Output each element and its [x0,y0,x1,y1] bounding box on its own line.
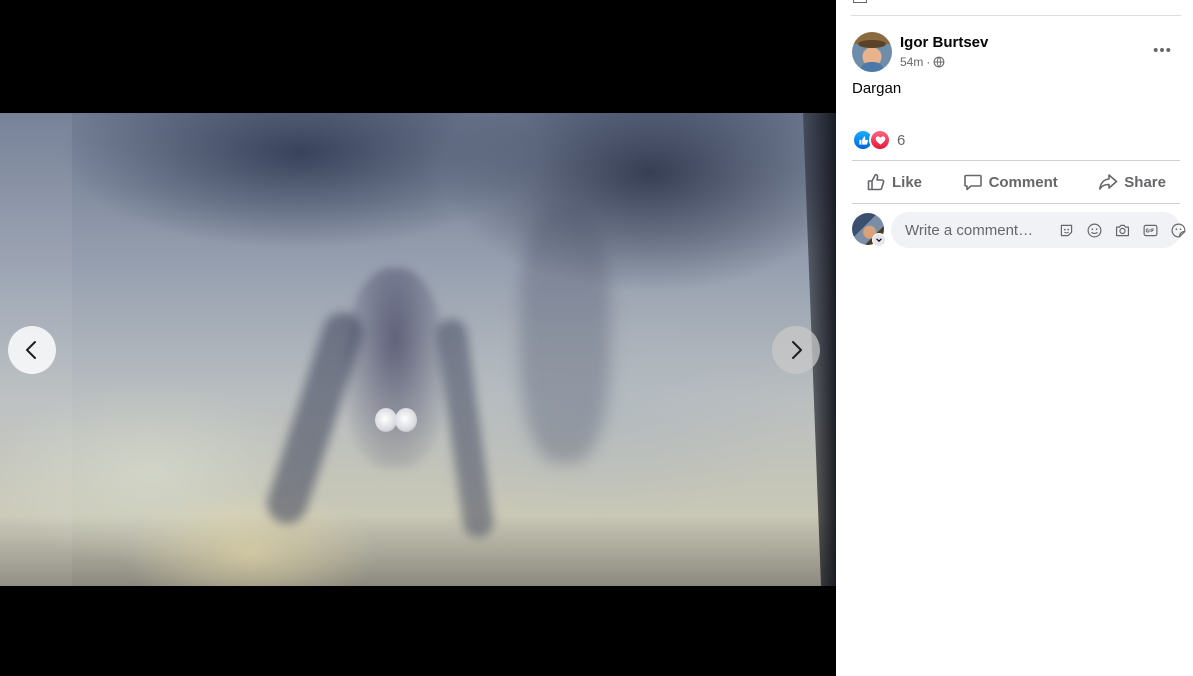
like-button[interactable]: Like [852,166,936,198]
clipped-icon [853,0,867,3]
camera-button[interactable] [1112,220,1132,240]
share-button[interactable]: Share [1084,166,1180,198]
creature-left-eye [375,408,397,432]
photo-creature-figure [261,248,496,548]
sticker-button[interactable] [1168,220,1188,240]
share-arrow-icon [1099,174,1118,190]
sticker-icon [1171,223,1185,237]
meta-separator: · [926,55,931,69]
chevron-right-icon [792,341,802,359]
post-options-button[interactable] [1147,36,1177,64]
avatar-shirt [860,62,884,72]
post-side-panel: Igor Burtsev 54m · Dargan 6 Like Comment… [836,0,1193,676]
comment-label: Comment [988,173,1058,191]
avatar-sticker-button[interactable] [1056,220,1076,240]
chevron-down-icon [876,238,882,243]
previous-photo-button[interactable] [8,326,56,374]
photo-background-figure [520,203,610,463]
post-text: Dargan [852,80,902,97]
thumbs-up-icon [867,173,885,191]
more-dots-icon [1153,48,1171,52]
reactions-summary[interactable]: 6 [852,129,905,151]
emoji-icon [1087,223,1101,237]
comment-bubble-icon [963,174,982,191]
emoji-button[interactable] [1084,220,1104,240]
avatar-hat [858,40,886,48]
love-reaction-icon [869,129,891,151]
next-photo-button[interactable] [772,326,820,374]
post-time[interactable]: 54m [900,55,923,69]
photo-viewer [0,0,836,676]
top-scrolled-content [851,0,1181,16]
post-action-bar: Like Comment Share [852,160,1180,204]
creature-right-limb [434,316,496,540]
share-label: Share [1124,173,1166,191]
gif-icon [1143,224,1157,236]
chevron-left-icon [26,341,36,359]
reaction-count[interactable]: 6 [897,132,905,149]
avatar-sticker-icon [1060,224,1072,236]
camera-icon [1115,224,1129,236]
comment-input[interactable] [903,220,1052,240]
post-meta: 54m · [900,55,945,69]
comment-box [891,212,1185,248]
comment-button[interactable]: Comment [949,166,1072,198]
globe-icon [933,56,945,68]
author-avatar[interactable] [852,32,892,72]
like-label: Like [892,173,923,191]
author-name[interactable]: Igor Burtsev [900,34,988,51]
creature-body [345,268,445,468]
post-photo[interactable] [0,113,836,586]
comment-tools [1056,220,1188,240]
creature-right-eye [395,408,417,432]
comment-composer [852,212,1185,248]
gif-button[interactable] [1140,220,1160,240]
avatar-menu-caret[interactable] [872,233,886,247]
